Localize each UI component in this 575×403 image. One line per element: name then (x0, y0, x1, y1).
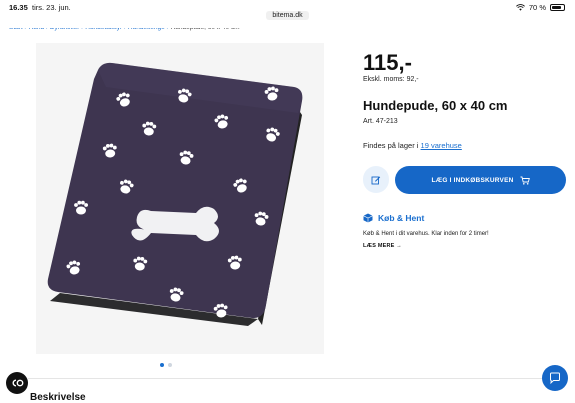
gallery-dot-active[interactable] (160, 363, 164, 367)
gallery-dots (160, 363, 172, 367)
price: 115,- (363, 50, 412, 75)
url-bar[interactable]: bitema.dk (0, 11, 575, 20)
co-accessibility-button[interactable] (6, 372, 28, 394)
url-domain[interactable]: bitema.dk (266, 11, 309, 20)
ex-vat-label: Ekskl. moms: (363, 76, 405, 83)
chat-button[interactable] (542, 365, 568, 391)
arrow-right-icon: → (396, 243, 402, 249)
section-divider (28, 378, 548, 379)
stock-text: Findes på lager i (363, 141, 419, 150)
product-title: Hundepude, 60 x 40 cm (363, 98, 508, 113)
gallery-dot[interactable] (168, 363, 172, 367)
add-to-cart-button[interactable]: LÆG I INDKØBSKURVEN (395, 166, 566, 194)
battery-percent: 70 % (528, 3, 546, 12)
click-collect-description: Køb & Hent i dit varehus. Klar inden for… (363, 231, 489, 237)
wifi-icon (515, 4, 525, 11)
article-number: Art. 47-213 (363, 118, 398, 125)
ex-vat-value: 92,- (406, 76, 419, 83)
read-more-label: LÆS MERE (363, 243, 395, 249)
breadcrumb: Start › Hund › Dyrartikler › Hundeudstyr… (9, 24, 269, 34)
add-to-cart-label: LÆG I INDKØBSKURVEN (431, 176, 514, 184)
wishlist-button[interactable] (363, 166, 389, 193)
dog-cushion-image (47, 62, 303, 326)
package-icon (363, 213, 373, 223)
price-ex-vat: Ekskl. moms: 92,- (363, 76, 419, 83)
battery-icon (550, 4, 565, 11)
co-logo-icon (12, 379, 23, 387)
stock-status: Findes på lager i 19 varehuse (363, 141, 462, 150)
product-image[interactable] (36, 43, 324, 354)
status-right: 70 % (515, 3, 565, 12)
chat-bubble-icon (550, 372, 560, 384)
status-date: tirs. 23. jun. (32, 3, 71, 12)
description-heading[interactable]: Beskrivelse (30, 392, 86, 403)
edit-note-icon (371, 176, 381, 184)
status-time: 16.35 (9, 3, 28, 12)
stock-stores-link[interactable]: 19 varehuse (421, 141, 462, 150)
click-collect-title: Køb & Hent (378, 213, 425, 223)
read-more-link[interactable]: LÆS MERE → (363, 243, 402, 249)
cart-icon (520, 176, 530, 185)
click-collect-header: Køb & Hent (363, 213, 424, 223)
